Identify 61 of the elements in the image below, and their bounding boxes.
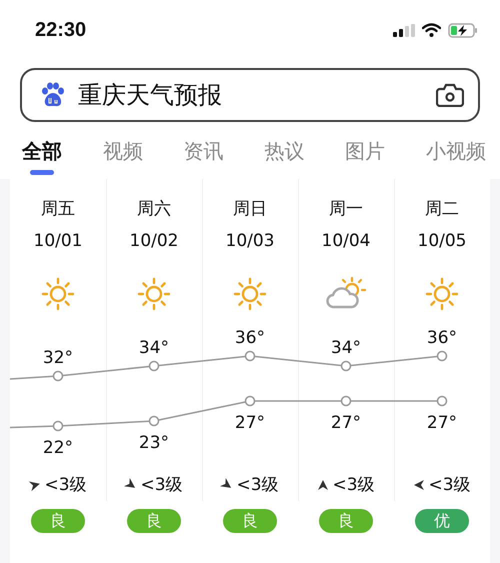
search-query: 重庆天气预报 (78, 80, 223, 111)
date-label: 10/02 (130, 230, 178, 253)
wind-level: <3级 (428, 474, 471, 497)
wind-level: <3级 (332, 474, 375, 497)
tab[interactable]: 全部 (22, 134, 62, 177)
date-label: 10/01 (34, 230, 82, 253)
battery-charging-icon (448, 22, 478, 38)
chart-point (436, 350, 448, 362)
high-temp-label: 34° (138, 338, 170, 358)
low-temp-label: 27° (426, 413, 458, 433)
wind-arrow-icon (413, 479, 426, 491)
air-quality-badge: 良 (127, 509, 181, 533)
chart-point (52, 370, 64, 382)
wind-level: <3级 (44, 474, 87, 497)
chart-point (244, 350, 256, 362)
chart-point (244, 396, 256, 406)
weekday-label: 周五 (41, 198, 75, 221)
high-temp-label: 36° (234, 328, 266, 348)
wind-arrow-icon (317, 479, 330, 491)
weekday-label: 周日 (233, 198, 267, 221)
date-label: 10/04 (322, 230, 370, 253)
low-temp-label: 27° (234, 413, 266, 433)
chart-point (52, 420, 64, 432)
paw-logo-icon (40, 82, 66, 108)
low-temp-label: 23° (138, 433, 170, 453)
tab[interactable]: 资讯 (184, 134, 224, 177)
weekday-label: 周二 (425, 198, 459, 221)
low-temp-label: 27° (330, 413, 362, 433)
chart-point (340, 360, 352, 372)
low-temp-label: 22° (42, 438, 74, 458)
camera-icon[interactable] (436, 83, 464, 107)
high-temp-label: 36° (426, 328, 458, 348)
high-temp-label: 32° (42, 348, 74, 368)
signal-icon (393, 24, 415, 36)
weekday-label: 周六 (137, 198, 171, 221)
air-quality-badge: 优 (415, 509, 469, 533)
high-temp-label: 34° (330, 338, 362, 358)
wind-level: <3级 (140, 474, 183, 497)
air-quality-badge: 良 (319, 509, 373, 533)
wind-level: <3级 (236, 474, 279, 497)
date-label: 10/03 (226, 230, 274, 253)
wifi-icon (422, 23, 441, 37)
tab[interactable]: 图片 (345, 134, 386, 177)
air-quality-badge: 良 (223, 509, 277, 533)
sun-icon (233, 277, 267, 311)
search-field[interactable]: 重庆天气预报 (20, 68, 480, 122)
sun-icon (137, 277, 171, 311)
tab[interactable]: 视频 (102, 134, 143, 177)
sun-icon (41, 277, 75, 311)
chart-point (148, 416, 160, 426)
date-label: 10/05 (418, 230, 466, 253)
cloud-sun-icon (326, 277, 366, 311)
chart-point (148, 360, 160, 372)
tab[interactable]: 小视频 (426, 134, 486, 177)
tab[interactable]: 热议 (264, 134, 304, 177)
chart-point (436, 396, 448, 406)
status-time: 22:30 (35, 18, 86, 42)
weekday-label: 周一 (329, 198, 363, 221)
chart-point (340, 396, 352, 406)
sun-icon (425, 277, 459, 311)
air-quality-badge: 良 (31, 509, 85, 533)
